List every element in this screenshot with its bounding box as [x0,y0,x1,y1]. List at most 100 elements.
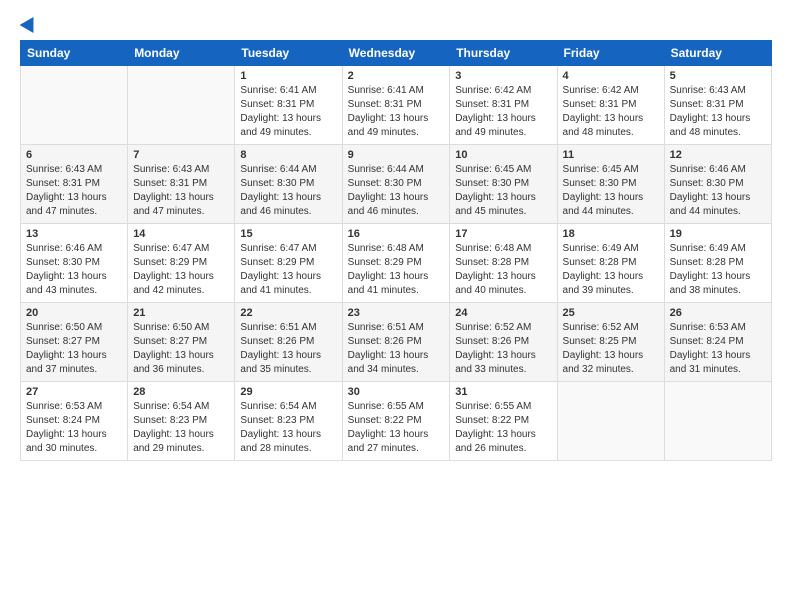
calendar-cell: 31Sunrise: 6:55 AMSunset: 8:22 PMDayligh… [450,382,557,461]
logo-text [20,16,36,30]
day-info: Sunrise: 6:55 AMSunset: 8:22 PMDaylight:… [455,400,551,456]
page: SundayMondayTuesdayWednesdayThursdayFrid… [0,0,792,612]
day-number: 24 [455,307,551,319]
day-number: 19 [670,228,766,240]
day-number: 22 [240,307,336,319]
day-number: 15 [240,228,336,240]
day-info: Sunrise: 6:43 AMSunset: 8:31 PMDaylight:… [26,163,122,219]
day-info: Sunrise: 6:45 AMSunset: 8:30 PMDaylight:… [455,163,551,219]
day-number: 7 [133,149,229,161]
day-info: Sunrise: 6:49 AMSunset: 8:28 PMDaylight:… [563,242,659,298]
day-number: 29 [240,386,336,398]
day-number: 25 [563,307,659,319]
day-info: Sunrise: 6:46 AMSunset: 8:30 PMDaylight:… [670,163,766,219]
day-number: 2 [348,70,445,82]
calendar-cell: 25 Sunrise: 6:52 AMSunset: 8:25 PMDayligh… [557,303,664,382]
day-number: 10 [455,149,551,161]
day-number: 30 [348,386,445,398]
day-number: 3 [455,70,551,82]
col-header-saturday: Saturday [664,41,771,66]
calendar-cell: 17 Sunrise: 6:48 AMSunset: 8:28 PMDayligh… [450,224,557,303]
day-info: Sunrise: 6:44 AMSunset: 8:30 PMDaylight:… [240,163,336,219]
day-info: Sunrise: 6:45 AMSunset: 8:30 PMDaylight:… [563,163,659,219]
col-header-wednesday: Wednesday [342,41,450,66]
col-header-monday: Monday [128,41,235,66]
day-info: Sunrise: 6:51 AMSunset: 8:26 PMDaylight:… [348,321,445,377]
calendar-cell: 7Sunrise: 6:43 AMSunset: 8:31 PMDaylight… [128,145,235,224]
day-number: 17 [455,228,551,240]
day-info: Sunrise: 6:52 AMSunset: 8:25 PMDaylight:… [563,321,659,377]
calendar-cell: 26 Sunrise: 6:53 AMSunset: 8:24 PMDayligh… [664,303,771,382]
week-row-4: 20 Sunrise: 6:50 AMSunset: 8:27 PMDayligh… [21,303,772,382]
day-number: 26 [670,307,766,319]
day-number: 6 [26,149,122,161]
calendar-cell: 27 Sunrise: 6:53 AMSunset: 8:24 PMDayligh… [21,382,128,461]
day-number: 13 [26,228,122,240]
day-info: Sunrise: 6:44 AMSunset: 8:30 PMDaylight:… [348,163,445,219]
calendar-cell: 16 Sunrise: 6:48 AMSunset: 8:29 PMDayligh… [342,224,450,303]
calendar-cell [21,66,128,145]
calendar-cell: 15 Sunrise: 6:47 AMSunset: 8:29 PMDayligh… [235,224,342,303]
day-number: 9 [348,149,445,161]
week-row-1: 1 Sunrise: 6:41 AMSunset: 8:31 PMDaylight… [21,66,772,145]
calendar-cell: 12Sunrise: 6:46 AMSunset: 8:30 PMDayligh… [664,145,771,224]
day-info: Sunrise: 6:47 AMSunset: 8:29 PMDaylight:… [133,242,229,298]
day-number: 5 [670,70,766,82]
calendar-cell: 13 Sunrise: 6:46 AMSunset: 8:30 PMDayligh… [21,224,128,303]
day-info: Sunrise: 6:48 AMSunset: 8:29 PMDaylight:… [348,242,445,298]
calendar-cell: 5 Sunrise: 6:43 AMSunset: 8:31 PMDaylight… [664,66,771,145]
day-number: 16 [348,228,445,240]
day-number: 4 [563,70,659,82]
day-number: 1 [240,70,336,82]
calendar-cell: 24Sunrise: 6:52 AMSunset: 8:26 PMDayligh… [450,303,557,382]
calendar-cell: 28Sunrise: 6:54 AMSunset: 8:23 PMDayligh… [128,382,235,461]
calendar-header-row: SundayMondayTuesdayWednesdayThursdayFrid… [21,41,772,66]
week-row-5: 27 Sunrise: 6:53 AMSunset: 8:24 PMDayligh… [21,382,772,461]
day-info: Sunrise: 6:48 AMSunset: 8:28 PMDaylight:… [455,242,551,298]
day-info: Sunrise: 6:50 AMSunset: 8:27 PMDaylight:… [26,321,122,377]
col-header-thursday: Thursday [450,41,557,66]
day-info: Sunrise: 6:53 AMSunset: 8:24 PMDaylight:… [670,321,766,377]
day-info: Sunrise: 6:42 AMSunset: 8:31 PMDaylight:… [455,84,551,140]
day-number: 27 [26,386,122,398]
day-info: Sunrise: 6:49 AMSunset: 8:28 PMDaylight:… [670,242,766,298]
day-info: Sunrise: 6:41 AMSunset: 8:31 PMDaylight:… [348,84,445,140]
calendar-cell [557,382,664,461]
day-info: Sunrise: 6:54 AMSunset: 8:23 PMDaylight:… [240,400,336,456]
day-number: 28 [133,386,229,398]
calendar-cell: 21 Sunrise: 6:50 AMSunset: 8:27 PMDayligh… [128,303,235,382]
calendar-cell [128,66,235,145]
col-header-friday: Friday [557,41,664,66]
calendar-cell: 30 Sunrise: 6:55 AMSunset: 8:22 PMDayligh… [342,382,450,461]
day-info: Sunrise: 6:51 AMSunset: 8:26 PMDaylight:… [240,321,336,377]
calendar-cell: 22 Sunrise: 6:51 AMSunset: 8:26 PMDayligh… [235,303,342,382]
day-info: Sunrise: 6:53 AMSunset: 8:24 PMDaylight:… [26,400,122,456]
day-info: Sunrise: 6:55 AMSunset: 8:22 PMDaylight:… [348,400,445,456]
day-number: 18 [563,228,659,240]
day-number: 11 [563,149,659,161]
day-number: 21 [133,307,229,319]
day-info: Sunrise: 6:46 AMSunset: 8:30 PMDaylight:… [26,242,122,298]
logo-triangle-icon [20,13,41,33]
calendar-cell: 19 Sunrise: 6:49 AMSunset: 8:28 PMDayligh… [664,224,771,303]
calendar-cell: 6 Sunrise: 6:43 AMSunset: 8:31 PMDaylight… [21,145,128,224]
logo [20,16,36,30]
day-number: 20 [26,307,122,319]
day-info: Sunrise: 6:43 AMSunset: 8:31 PMDaylight:… [670,84,766,140]
calendar-cell: 2 Sunrise: 6:41 AMSunset: 8:31 PMDaylight… [342,66,450,145]
calendar-cell: 10 Sunrise: 6:45 AMSunset: 8:30 PMDayligh… [450,145,557,224]
calendar-cell: 14Sunrise: 6:47 AMSunset: 8:29 PMDayligh… [128,224,235,303]
week-row-2: 6 Sunrise: 6:43 AMSunset: 8:31 PMDaylight… [21,145,772,224]
day-info: Sunrise: 6:47 AMSunset: 8:29 PMDaylight:… [240,242,336,298]
calendar-cell [664,382,771,461]
day-number: 8 [240,149,336,161]
col-header-sunday: Sunday [21,41,128,66]
header [20,16,772,30]
calendar-cell: 20 Sunrise: 6:50 AMSunset: 8:27 PMDayligh… [21,303,128,382]
day-info: Sunrise: 6:41 AMSunset: 8:31 PMDaylight:… [240,84,336,140]
day-info: Sunrise: 6:50 AMSunset: 8:27 PMDaylight:… [133,321,229,377]
calendar-cell: 9 Sunrise: 6:44 AMSunset: 8:30 PMDaylight… [342,145,450,224]
calendar-cell: 11 Sunrise: 6:45 AMSunset: 8:30 PMDayligh… [557,145,664,224]
calendar-cell: 4 Sunrise: 6:42 AMSunset: 8:31 PMDaylight… [557,66,664,145]
day-info: Sunrise: 6:42 AMSunset: 8:31 PMDaylight:… [563,84,659,140]
